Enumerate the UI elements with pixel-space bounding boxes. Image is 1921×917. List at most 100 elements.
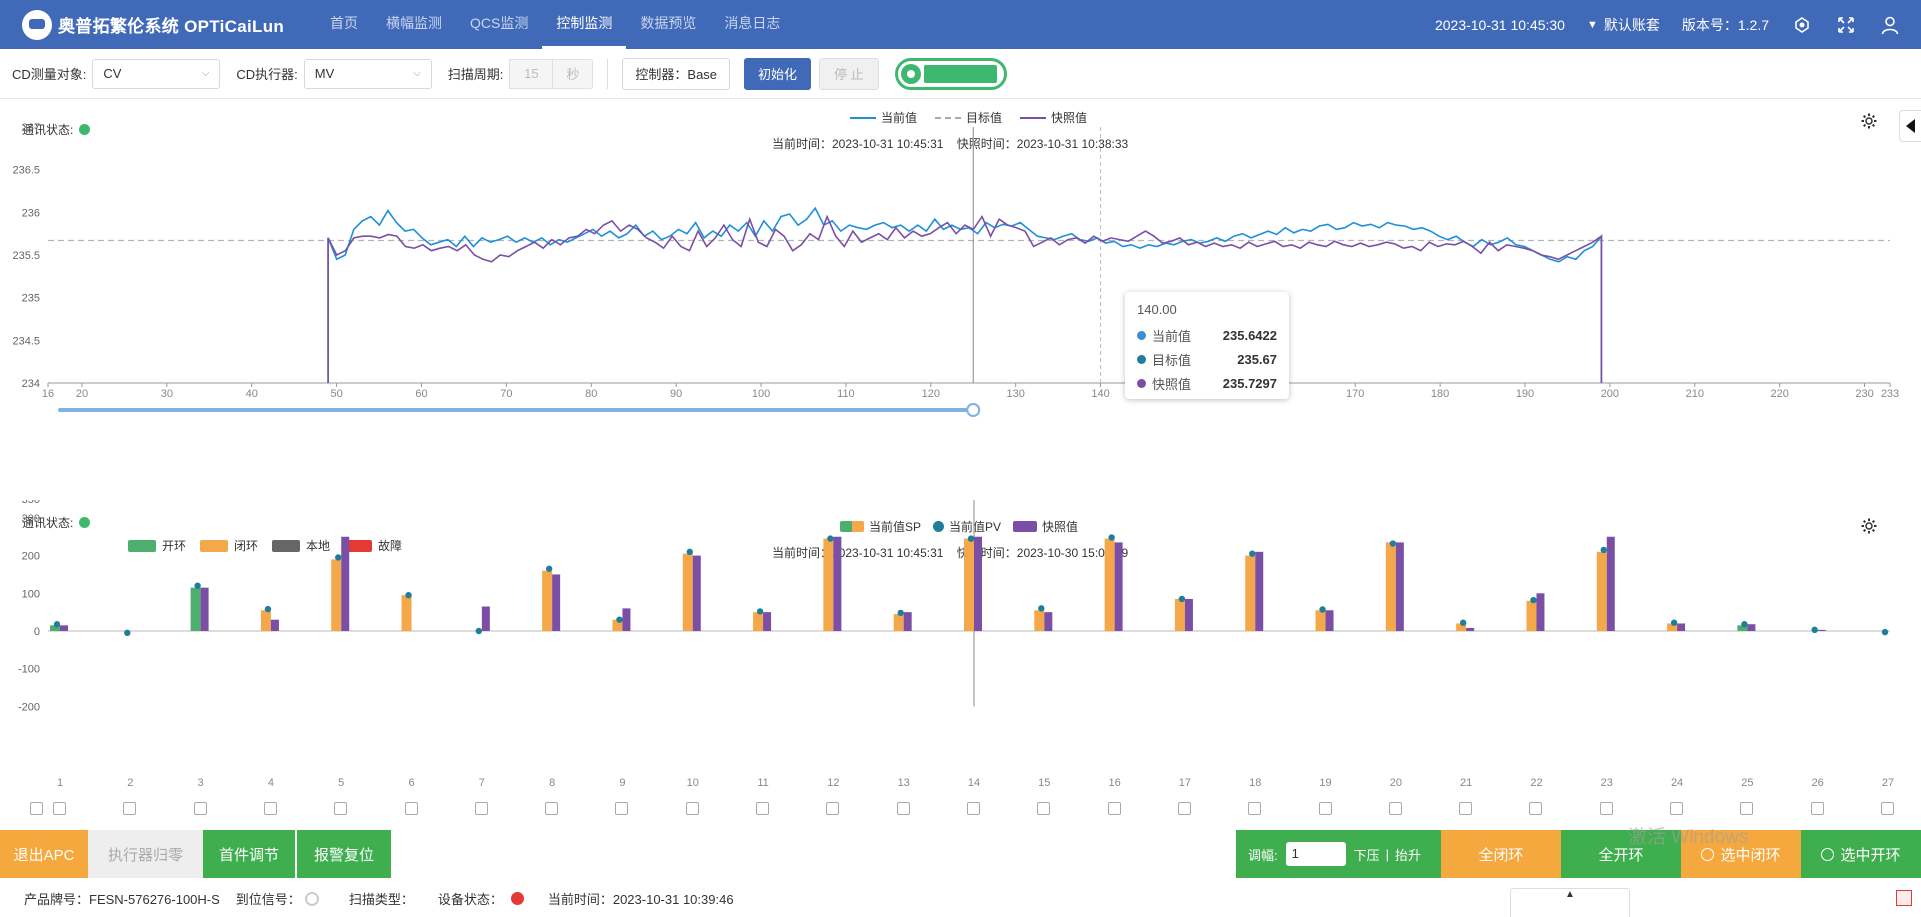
actuator-checkbox[interactable] — [685, 802, 699, 815]
bar-snapshot — [481, 606, 490, 631]
x-tick-label: 26 — [1812, 777, 1824, 789]
nav-banner-monitor[interactable]: 横幅监测 — [372, 0, 456, 49]
actuator-checkbox[interactable] — [123, 802, 137, 815]
nav-control-monitor[interactable]: 控制监测 — [542, 0, 627, 49]
actuator-checkbox[interactable] — [1810, 802, 1824, 815]
actuator-checkbox[interactable] — [545, 802, 559, 815]
y-tick-label: 236 — [22, 207, 40, 219]
actuator-checkbox[interactable] — [30, 802, 43, 815]
dot-icon — [1137, 330, 1146, 340]
product-label: 产品牌号：FESN-576276-100H-S — [24, 892, 220, 907]
x-tick-label: 220 — [1770, 388, 1788, 400]
actuator-checkbox[interactable] — [1670, 802, 1684, 815]
press-down-button[interactable]: 下压 — [1354, 845, 1380, 864]
flag-icon[interactable] — [1896, 890, 1912, 906]
actuator-checkbox[interactable] — [1881, 802, 1894, 815]
bar-snapshot — [692, 555, 701, 631]
clock-icon — [1701, 847, 1715, 861]
actuator-checkbox[interactable] — [1740, 802, 1754, 815]
bar-snapshot — [1606, 536, 1615, 631]
lift-button[interactable]: 抬升 — [1395, 845, 1421, 864]
cd-target-value: CV — [103, 66, 122, 81]
alarm-reset-button[interactable]: 报警复位 — [295, 830, 391, 878]
pv-point — [756, 608, 764, 615]
account-dropdown[interactable]: ▼ 默认账套 — [1587, 15, 1660, 35]
scan-period-input[interactable]: 15 — [509, 58, 554, 89]
fullscreen-icon[interactable] — [1835, 14, 1857, 36]
bar-sp — [964, 538, 974, 631]
x-tick-label: 3 — [198, 777, 204, 789]
select-open-button[interactable]: 选中开环 — [1801, 830, 1921, 878]
stop-button[interactable]: 停 止 — [819, 57, 879, 90]
actuator-checkbox[interactable] — [193, 802, 207, 815]
x-tick-label: 120 — [922, 388, 940, 400]
actuator-checkbox[interactable] — [967, 802, 980, 815]
exit-apc-button[interactable]: 退出APC — [0, 830, 88, 878]
tooltip-row-value: 235.67 — [1237, 351, 1277, 367]
first-adjust-button[interactable]: 首件调节 — [203, 830, 295, 878]
cd-actuator-select[interactable]: MV ⌵ — [303, 58, 432, 89]
actuator-checkbox[interactable] — [1107, 802, 1121, 815]
actuator-checkbox[interactable] — [1037, 802, 1051, 815]
windows-watermark: 激活 Windows — [1628, 827, 1749, 848]
actuator-checkbox[interactable] — [1599, 802, 1613, 815]
scan-type-label: 扫描类型： — [348, 892, 414, 907]
actuator-bar-chart[interactable]: -200-10001002003003501 2 3 4 5 6 7 8 9 10 11 12 13 14… — [0, 500, 1921, 830]
x-tick-label: 10 — [687, 777, 699, 789]
pv-point — [967, 535, 975, 542]
cd-profile-chart[interactable]: 234 234.5 235 235.5 236 236.5 237 16 20 30 40 50 60 7… — [0, 100, 1921, 500]
actuator-checkbox[interactable] — [1177, 802, 1191, 815]
cd-target-label: CD测量对象: — [12, 67, 87, 82]
pv-point — [264, 605, 272, 613]
actuator-checkbox[interactable] — [1248, 802, 1262, 815]
x-tick-label: 180 — [1431, 388, 1449, 400]
actuator-checkbox[interactable] — [615, 802, 629, 815]
x-tick-label: 233 — [1881, 388, 1899, 400]
actuator-checkbox[interactable] — [1318, 802, 1332, 815]
caret-down-icon: ▼ — [1586, 18, 1598, 31]
theme-icon[interactable] — [1791, 14, 1813, 36]
actuator-zero-button[interactable]: 执行器归零 — [88, 830, 203, 878]
pv-point — [1249, 550, 1256, 557]
y-tick-label: 200 — [22, 551, 40, 563]
bar-snapshot — [1536, 593, 1545, 631]
actuator-checkbox[interactable] — [263, 802, 277, 815]
actuator-checkbox[interactable] — [1388, 802, 1402, 815]
x-tick-label: 20 — [1390, 777, 1402, 789]
cd-target-select[interactable]: CV ⌵ — [92, 58, 221, 89]
bar-sp — [1596, 551, 1607, 631]
all-close-button[interactable]: 全闭环 — [1441, 830, 1561, 878]
expand-panel-handle[interactable]: ▲ — [1510, 888, 1630, 917]
y-tick-label: 100 — [22, 588, 40, 600]
controller-label: 控制器：Base — [622, 57, 731, 90]
actuator-checkbox[interactable] — [474, 802, 488, 815]
pv-point — [335, 554, 342, 561]
user-icon[interactable] — [1879, 14, 1901, 36]
actuator-checkbox[interactable] — [404, 802, 418, 815]
side-panel-toggle[interactable] — [1899, 110, 1921, 142]
x-tick-label: 21 — [1460, 777, 1472, 789]
chevron-down-icon: ⌵ — [201, 68, 210, 79]
bar-sp — [1315, 610, 1326, 631]
bar-sp — [542, 570, 553, 631]
actuator-checkbox[interactable] — [334, 802, 348, 815]
amplitude-input[interactable]: 1 — [1285, 842, 1346, 866]
actuator-checkbox[interactable] — [1459, 802, 1473, 815]
nav-qcs-monitor[interactable]: QCS监测 — [456, 0, 542, 49]
init-button[interactable]: 初始化 — [744, 57, 812, 90]
pv-point — [897, 609, 904, 617]
nav-message-log[interactable]: 消息日志 — [710, 0, 794, 49]
actuator-checkbox[interactable] — [756, 802, 770, 815]
run-toggle[interactable] — [894, 57, 1007, 90]
actuator-checkbox[interactable] — [1529, 802, 1543, 815]
bar-sp — [190, 587, 201, 631]
actuator-checkbox[interactable] — [826, 802, 840, 815]
bar-snapshot — [1817, 629, 1826, 631]
actuator-checkbox[interactable] — [53, 802, 66, 815]
nav-home[interactable]: 首页 — [316, 0, 372, 49]
x-tick-label: 13 — [898, 777, 910, 789]
amplitude-separator: | — [1385, 846, 1390, 862]
y-tick-label: -200 — [18, 701, 40, 713]
nav-data-preview[interactable]: 数据预览 — [626, 0, 710, 49]
actuator-checkbox[interactable] — [896, 802, 910, 815]
